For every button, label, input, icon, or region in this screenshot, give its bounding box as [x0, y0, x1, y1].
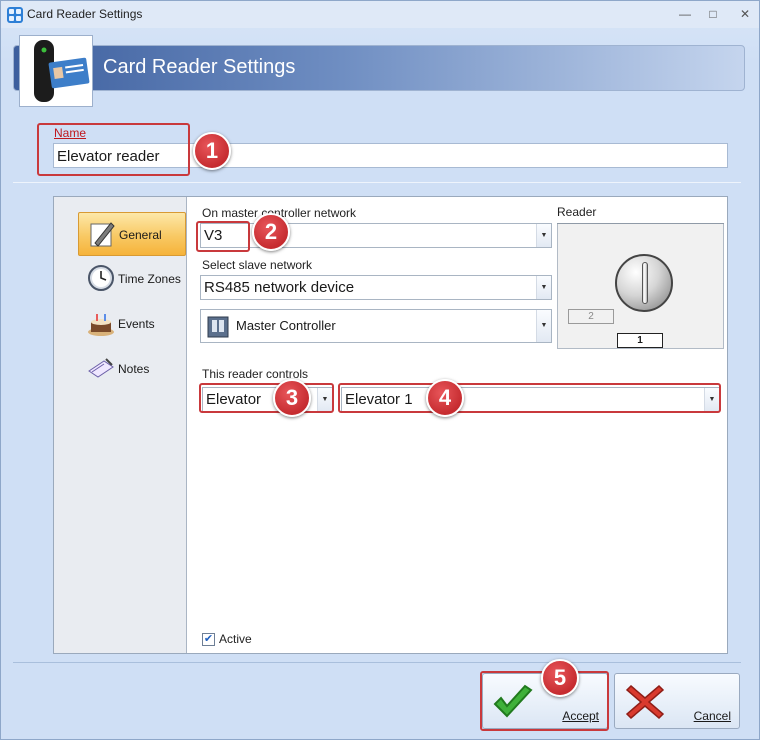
sidebar-item-notes[interactable]: Notes — [78, 347, 186, 391]
sidebar-item-label: Events — [118, 317, 155, 331]
title-bar: Card Reader Settings — □ ✕ — [1, 1, 759, 28]
app-grid-icon — [7, 7, 23, 23]
highlight-name — [37, 123, 190, 176]
reader-position-1[interactable]: 1 — [617, 333, 663, 348]
highlight-master-network — [196, 221, 250, 252]
window-title: Card Reader Settings — [27, 7, 143, 21]
notes-icon — [88, 358, 114, 378]
sidebar-item-label: Notes — [118, 362, 150, 376]
page-title: Card Reader Settings — [103, 56, 296, 78]
controller-value: Master Controller — [236, 318, 336, 333]
cross-icon — [625, 684, 665, 720]
settings-panel: General Time Zones Events Notes On maste… — [53, 196, 728, 654]
callout-2: 2 — [252, 213, 290, 251]
card-reader-settings-window: Card Reader Settings — □ ✕ Card Reader S… — [0, 0, 760, 740]
maximize-button[interactable]: □ — [701, 4, 725, 24]
reader-position-2[interactable]: 2 — [568, 309, 614, 324]
controller-select[interactable]: Master Controller ▼ — [200, 309, 552, 343]
separator — [13, 182, 741, 183]
sidebar-nav: General Time Zones Events Notes — [54, 197, 187, 653]
callout-3: 3 — [273, 379, 311, 417]
slave-network-label: Select slave network — [202, 258, 313, 272]
reader-label: Reader — [557, 205, 597, 219]
dropdown-arrow-icon[interactable]: ▼ — [536, 310, 551, 342]
active-label: Active — [219, 632, 252, 646]
dropdown-arrow-icon[interactable]: ▼ — [536, 224, 551, 247]
card-reader-icon — [19, 35, 93, 107]
dropdown-arrow-icon[interactable]: ▼ — [536, 276, 551, 299]
active-checkbox[interactable]: ✔ — [202, 633, 215, 646]
knob-pointer — [642, 262, 648, 304]
slave-network-value: RS485 network device — [204, 279, 355, 296]
reader-knob[interactable] — [615, 254, 673, 312]
reader-selector: 2 1 — [557, 223, 724, 349]
highlight-controls-target — [338, 383, 721, 413]
callout-1: 1 — [193, 132, 231, 170]
minimize-button[interactable]: — — [673, 4, 697, 24]
footer-separator — [13, 662, 741, 663]
controller-board-icon — [207, 316, 229, 338]
reader-divider — [557, 223, 724, 224]
clock-icon — [88, 265, 114, 291]
sidebar-item-events[interactable]: Events — [78, 302, 186, 346]
slave-network-select[interactable]: RS485 network device ▼ — [200, 275, 552, 300]
cancel-label: Cancel — [693, 709, 731, 723]
callout-5: 5 — [541, 659, 579, 697]
close-button[interactable]: ✕ — [733, 4, 757, 24]
sidebar-item-label: General — [119, 228, 162, 242]
cake-icon — [88, 314, 114, 336]
sidebar-item-time-zones[interactable]: Time Zones — [78, 257, 186, 301]
highlight-controls-type — [199, 383, 334, 413]
sidebar-item-label: Time Zones — [118, 272, 181, 286]
pencil-paper-icon — [90, 222, 115, 247]
sidebar-item-general[interactable]: General — [78, 212, 186, 256]
cancel-button[interactable]: Cancel — [614, 673, 740, 729]
callout-4: 4 — [426, 379, 464, 417]
